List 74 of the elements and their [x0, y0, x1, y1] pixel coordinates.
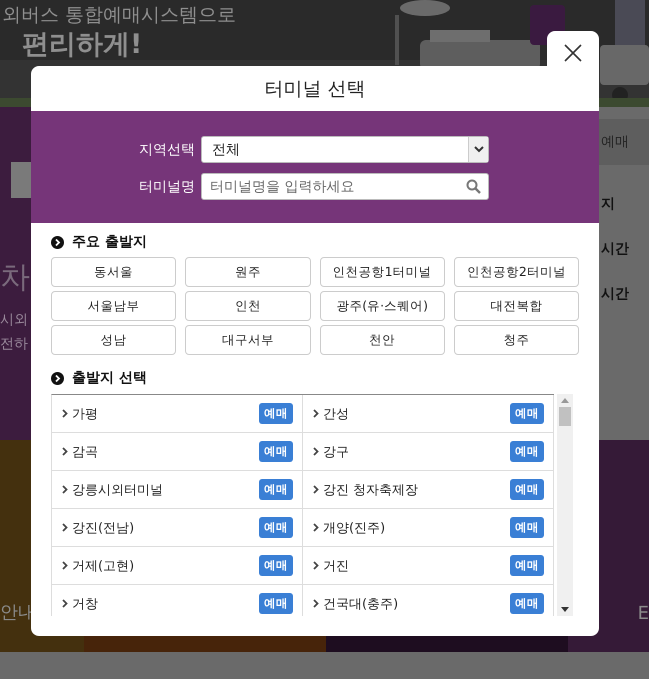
terminal-name[interactable]: 간성 [323, 404, 506, 422]
reserve-button[interactable]: 예매 [510, 517, 544, 538]
reserve-button[interactable]: 예매 [510, 593, 544, 614]
section-heading: 출발지 선택 [72, 369, 147, 387]
region-select[interactable]: 전체 [201, 136, 489, 163]
hero-title: 편리하게! [22, 28, 142, 62]
section-heading: 주요 출발지 [72, 233, 147, 251]
reserve-button[interactable]: 예매 [259, 479, 293, 500]
terminal-button[interactable]: 인천공항1터미널 [320, 257, 445, 287]
chevron-right-icon [62, 485, 68, 494]
terminal-name[interactable]: 건국대(충주) [323, 594, 506, 612]
chevron-right-icon [313, 485, 319, 494]
terminal-name[interactable]: 강릉시외터미널 [72, 480, 255, 498]
chevron-right-icon [62, 599, 68, 608]
terminal-button[interactable]: 인천 [185, 291, 310, 321]
terminal-name[interactable]: 개양(진주) [323, 518, 506, 536]
banner-text: 시외 [0, 311, 28, 329]
terminal-button[interactable]: 서울남부 [51, 291, 176, 321]
bullet-icon [51, 236, 64, 248]
terminal-button[interactable]: 청주 [454, 325, 579, 355]
chevron-right-icon [62, 447, 68, 456]
menu-label[interactable]: E [638, 603, 649, 624]
form-label: 지 [600, 195, 615, 213]
terminal-button[interactable]: 동서울 [51, 257, 176, 287]
chevron-right-icon [313, 447, 319, 456]
terminal-name[interactable]: 강구 [323, 442, 506, 460]
terminal-button[interactable]: 원주 [185, 257, 310, 287]
terminal-name[interactable]: 강진(전남) [72, 518, 255, 536]
terminal-button[interactable]: 성남 [51, 325, 176, 355]
terminal-button[interactable]: 대구서부 [185, 325, 310, 355]
terminal-name[interactable]: 감곡 [72, 442, 255, 460]
dialog-title: 터미널 선택 [264, 76, 366, 102]
terminal-name[interactable]: 거진 [323, 556, 506, 574]
field-label: 터미널명 [139, 178, 195, 196]
banner-text: 차 [0, 263, 30, 293]
chevron-right-icon [62, 561, 68, 570]
bullet-icon [51, 372, 64, 384]
scroll-up-icon[interactable] [561, 398, 569, 403]
terminal-name[interactable]: 거제(고현) [72, 556, 255, 574]
scroll-thumb[interactable] [559, 407, 571, 426]
terminal-name[interactable]: 강진 청자축제장 [323, 480, 506, 498]
search-icon [466, 179, 481, 194]
banner-text: 전하 [0, 335, 28, 353]
chevron-right-icon [62, 523, 68, 532]
reserve-button[interactable]: 예매 [259, 517, 293, 538]
input-field[interactable] [11, 162, 31, 198]
chevron-right-icon [313, 561, 319, 570]
reserve-button[interactable]: 예매 [510, 441, 544, 462]
chevron-right-icon [62, 409, 68, 418]
chevron-down-icon [474, 146, 484, 153]
close-icon [564, 44, 582, 62]
hero-subtitle: 외버스 통합예매시스템으로 [2, 3, 236, 28]
reserve-button[interactable]: 예매 [510, 479, 544, 500]
scroll-down-icon[interactable] [561, 607, 569, 612]
reserve-button[interactable]: 예매 [510, 555, 544, 576]
reserve-button[interactable]: 예매 [259, 555, 293, 576]
terminal-button[interactable]: 인천공항2터미널 [454, 257, 579, 287]
reserve-button[interactable]: 예매 [259, 403, 293, 424]
scrollbar[interactable] [557, 394, 573, 616]
terminal-button[interactable]: 천안 [320, 325, 445, 355]
chevron-right-icon [313, 599, 319, 608]
terminal-name[interactable]: 가평 [72, 404, 255, 422]
search-field[interactable]: 터미널명을 입력하세요 [201, 173, 489, 200]
reserve-button[interactable]: 예매 [259, 441, 293, 462]
terminal-button[interactable]: 광주(유·스퀘어) [320, 291, 445, 321]
reserve-button[interactable]: 예매 [510, 403, 544, 424]
terminal-name[interactable]: 거창 [72, 594, 255, 612]
chevron-right-icon [313, 409, 319, 418]
reserve-button[interactable]: 예매 [259, 593, 293, 614]
field-label: 지역선택 [139, 140, 195, 158]
chevron-right-icon [313, 523, 319, 532]
form-label: 시간 [600, 240, 629, 258]
terminal-button[interactable]: 대전복합 [454, 291, 579, 321]
form-label: 시간 [600, 285, 629, 303]
